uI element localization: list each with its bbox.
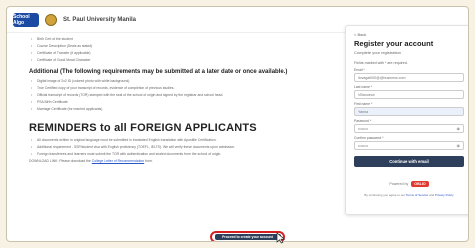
download-link[interactable]: College Letter of Recommendation (92, 159, 144, 163)
requirements-content: Birth Cert of the student Course Descrip… (29, 37, 321, 164)
terms-of-service-link[interactable]: Terms of Service (406, 193, 428, 197)
last-name-label: Last name * (354, 85, 373, 89)
confirm-password-label: Confirm password * (354, 136, 384, 140)
confirm-password-field[interactable]: •••••••• ◉ (354, 141, 464, 150)
register-subtitle: Complete your registration (354, 50, 401, 55)
back-link[interactable]: < Back (354, 32, 464, 37)
list-item: Additional requirement - SSP/student vis… (29, 145, 321, 150)
privacy-policy-link[interactable]: Privacy Policy (435, 193, 454, 197)
proceed-highlight: Proceed to create your account (210, 231, 285, 241)
list-item: Course Description (Seals as stated) (29, 44, 321, 49)
download-prefix: DOWNLOAD LINK: Please download the (29, 159, 92, 163)
email-value: ilovagal000@@business.com (358, 75, 406, 80)
list-item: Birth Cert of the student (29, 37, 321, 42)
list-item: True Certified copy of your transcript o… (29, 86, 321, 91)
list-item: Certificate of Transfer (if applicable) (29, 51, 321, 56)
school-name: St. Paul University Manila (63, 16, 137, 23)
additional-bullets: Digital image of 2x2 ID (colored photo w… (29, 79, 321, 112)
top-bullets: Birth Cert of the student Course Descrip… (29, 37, 321, 63)
powered-by-label: Powered by (389, 182, 409, 186)
show-confirm-password-icon[interactable]: ◉ (457, 143, 461, 148)
first-name-label: First name * (354, 102, 373, 106)
download-line: DOWNLOAD LINK: Please download the Colle… (29, 159, 321, 164)
proceed-button[interactable]: Proceed to create your account (214, 234, 281, 240)
list-item: Certificate of Good Moral Character (29, 58, 321, 63)
school-logo[interactable]: School Algo (13, 12, 39, 27)
last-name-field[interactable]: Villanueva (354, 90, 464, 99)
password-value: •••••••• (358, 126, 369, 131)
first-name-field[interactable]: Yanna (354, 107, 464, 116)
browser-frame: School Algo St. Paul University Manila B… (6, 6, 469, 242)
terms-prefix: By continuing you agree to our (364, 193, 406, 197)
last-name-value: Villanueva (358, 92, 375, 97)
show-password-icon[interactable]: ◉ (457, 126, 461, 131)
list-item: All documents written in original langua… (29, 138, 321, 143)
download-suffix: form. (144, 159, 153, 163)
email-label: Email * (354, 68, 365, 72)
university-seal-icon (45, 13, 57, 26)
powered-by: Powered by OBLIO (354, 181, 464, 187)
first-name-value: Yanna (358, 109, 369, 114)
list-item: Marriage Certificate (for married applic… (29, 107, 321, 112)
register-card: < Back Register your account Complete yo… (345, 25, 468, 215)
mouse-pointer-icon (276, 232, 286, 244)
password-field[interactable]: •••••••• ◉ (354, 124, 464, 133)
list-item: Foreign transferees and learners must su… (29, 152, 321, 157)
register-title: Register your account (354, 39, 434, 48)
continue-with-email-button[interactable]: Continue with email (354, 156, 464, 167)
required-note: Fields marked with * are required. (354, 61, 408, 65)
confirm-password-value: •••••••• (358, 143, 369, 148)
list-item: Digital image of 2x2 ID (colored photo w… (29, 79, 321, 84)
list-item: PSA Birth Certificate (29, 100, 321, 105)
reminder-bullets: All documents written in original langua… (29, 138, 321, 157)
reminders-title: REMINDERS to all FOREIGN APPLICANTS (29, 122, 257, 134)
password-label: Password * (354, 119, 372, 123)
email-field[interactable]: ilovagal000@@business.com (354, 73, 464, 82)
list-item: Official transcript of records (TOR) sta… (29, 93, 321, 98)
terms-and: and (428, 193, 435, 197)
oblio-logo: OBLIO (411, 181, 429, 187)
additional-title: Additional (The following requirements m… (29, 69, 288, 75)
terms-note: By continuing you agree to our Terms of … (354, 193, 464, 197)
